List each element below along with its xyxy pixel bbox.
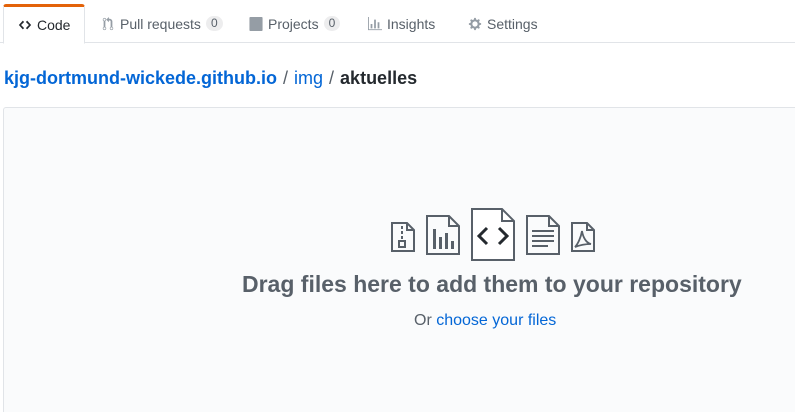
dropzone-title: Drag files here to add them to your repo…	[242, 271, 742, 297]
dropzone-subtitle: Or choose your files	[414, 312, 556, 330]
gear-icon	[467, 16, 483, 32]
file-type-icons	[388, 208, 600, 264]
git-pull-request-icon	[100, 16, 116, 32]
breadcrumb-folder-link[interactable]: img	[294, 68, 323, 89]
project-icon	[248, 16, 264, 32]
breadcrumb-separator: /	[283, 67, 289, 88]
or-text: Or	[414, 312, 432, 329]
tab-pull-requests[interactable]: Pull requests 0	[100, 4, 223, 43]
tab-insights[interactable]: Insights	[367, 4, 435, 43]
tab-pull-requests-label: Pull requests	[120, 15, 201, 32]
file-zip-icon	[391, 222, 415, 252]
repo-tabnav: Code Pull requests 0 Projects 0 Insights…	[0, 0, 795, 44]
file-text-icon	[526, 215, 560, 255]
breadcrumb-repo-link[interactable]: kjg-dortmund-wickede.github.io	[4, 68, 277, 89]
pull-requests-counter: 0	[205, 16, 223, 31]
file-pdf-icon	[571, 222, 595, 252]
breadcrumb-current: aktuelles	[340, 67, 418, 88]
code-icon	[17, 17, 33, 33]
choose-files-link[interactable]: choose your files	[436, 312, 556, 329]
tab-settings[interactable]: Settings	[467, 4, 538, 43]
tab-projects[interactable]: Projects 0	[248, 4, 341, 43]
graph-icon	[367, 16, 383, 32]
breadcrumb: kjg-dortmund-wickede.github.io / img / a…	[4, 66, 417, 90]
tab-code[interactable]: Code	[3, 4, 85, 44]
tab-projects-label: Projects	[268, 15, 319, 32]
tab-code-label: Code	[37, 17, 71, 33]
tab-settings-label: Settings	[487, 15, 538, 32]
tab-insights-label: Insights	[387, 15, 436, 32]
breadcrumb-separator: /	[329, 67, 335, 88]
file-chart-icon	[426, 215, 460, 255]
file-code-icon	[471, 208, 515, 261]
projects-counter: 0	[323, 16, 341, 31]
